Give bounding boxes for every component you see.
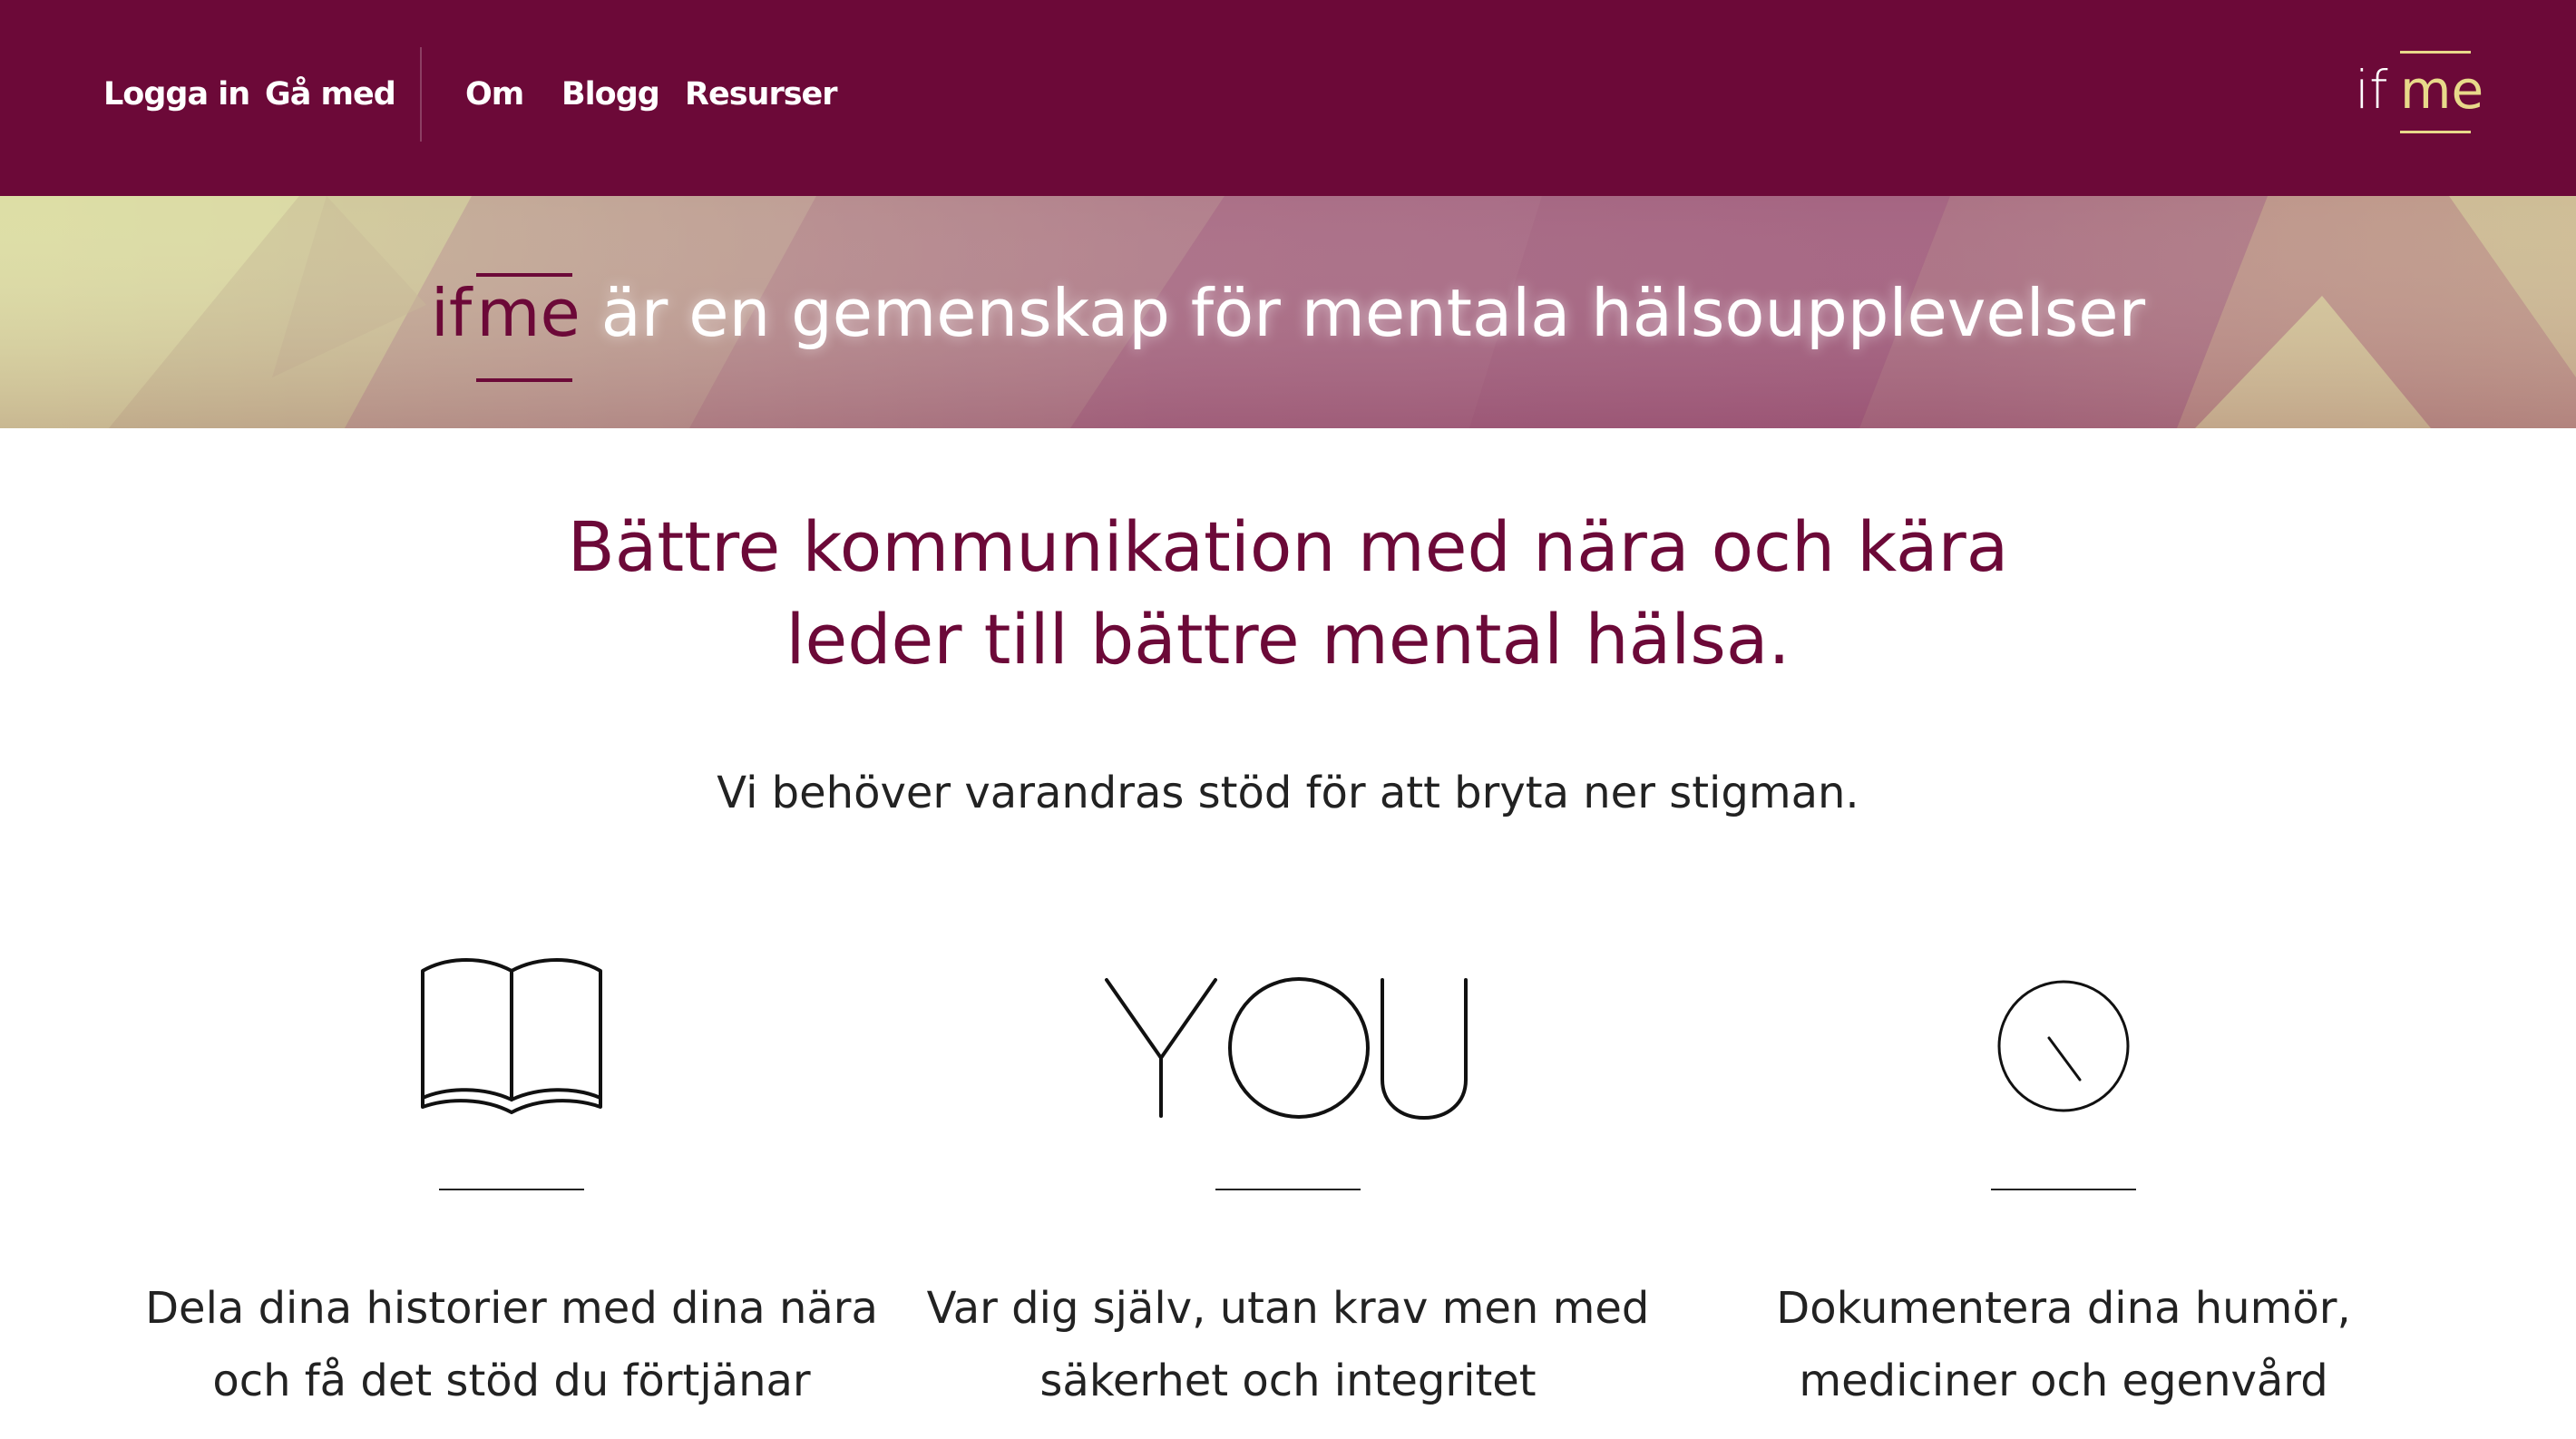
tagline-me-word: me: [476, 275, 581, 351]
feature-description: Dela dina historier med dina nära och få…: [122, 1272, 902, 1417]
feature-divider: [439, 1189, 584, 1190]
feature-line-2: mediciner och egenvård: [1799, 1356, 2328, 1406]
logo-if-text: if: [2355, 59, 2388, 121]
feature-divider: [1215, 1189, 1361, 1190]
about-link[interactable]: Om: [465, 73, 524, 116]
tagline-bottom-line: [476, 378, 573, 382]
open-book-icon: [122, 944, 902, 1143]
headline-line-1: Bättre kommunikation med nära och kära: [567, 506, 2009, 587]
feature-description: Dokumentera dina humör, mediciner och eg…: [1673, 1272, 2454, 1417]
tagline-top-line: [476, 273, 573, 277]
main-headline: Bättre kommunikation med nära och kära l…: [0, 501, 2576, 686]
feature-line-2: säkerhet och integritet: [1039, 1356, 1537, 1406]
top-navigation-bar: Logga in Gå med Om Blogg Resurser if me: [0, 0, 2576, 196]
logo-me-text: me: [2400, 59, 2484, 121]
join-link[interactable]: Gå med: [265, 73, 396, 116]
clock-icon: [1673, 944, 2454, 1143]
feature-line-2: och få det stöd du förtjänar: [212, 1356, 811, 1406]
tagline-rest-text: är en gemenskap för mentala hälsouppleve…: [600, 275, 2146, 351]
feature-line-1: Dokumentera dina humör,: [1776, 1283, 2351, 1334]
headline-line-2: leder till bättre mental hälsa.: [785, 599, 1791, 680]
tagline-me-text: me: [476, 273, 600, 382]
logo-top-line: [2400, 51, 2471, 54]
feature-line-1: Var dig själv, utan krav men med: [926, 1283, 1650, 1334]
tagline-if-text: if: [430, 275, 473, 351]
nav-divider: [420, 47, 422, 142]
login-link[interactable]: Logga in: [103, 73, 250, 116]
feature-line-1: Dela dina historier med dina nära: [145, 1283, 878, 1334]
ifme-logo[interactable]: if me: [2355, 47, 2483, 138]
feature-description: Var dig själv, utan krav men med säkerhe…: [898, 1272, 1678, 1417]
blog-link[interactable]: Blogg: [561, 73, 660, 116]
logo-bottom-line: [2400, 131, 2471, 133]
banner-tagline: if me är en gemenskap för mentala hälsou…: [0, 272, 2576, 382]
resources-link[interactable]: Resurser: [685, 73, 838, 116]
feature-divider: [1991, 1189, 2136, 1190]
main-subline: Vi behöver varandras stöd för att bryta …: [717, 768, 1859, 818]
you-wordmark-icon: [898, 944, 1678, 1143]
